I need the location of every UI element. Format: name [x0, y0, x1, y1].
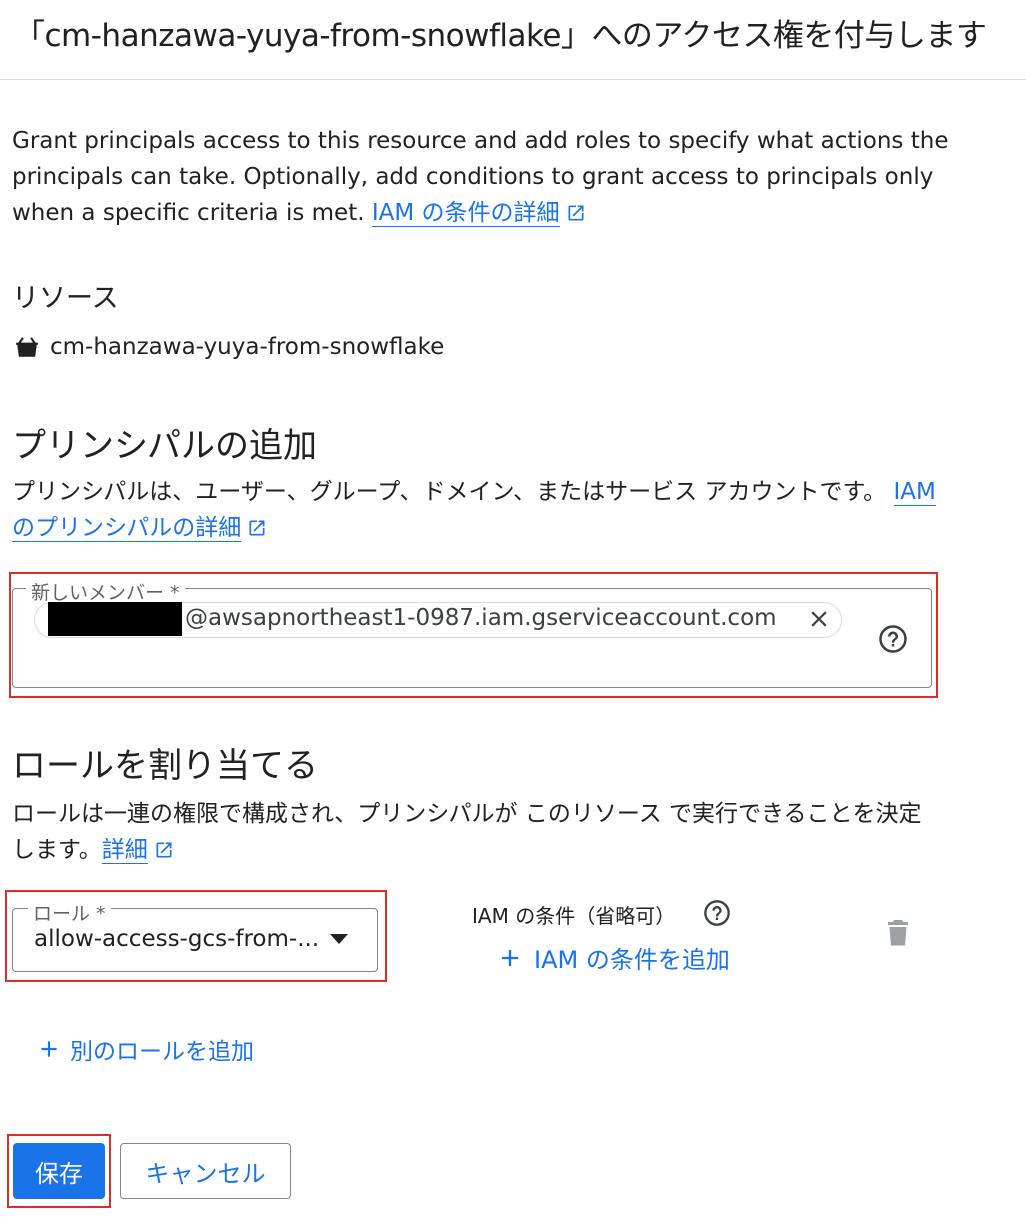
principals-description: プリンシパルは、ユーザー、グループ、ドメイン、またはサービス アカウントです。 …: [12, 474, 942, 546]
intro-text: Grant principals access to this resource…: [12, 123, 972, 231]
highlight-box-member: [9, 572, 938, 698]
iam-condition-label: IAM の条件（省略可）: [472, 904, 676, 928]
external-link-icon: [568, 205, 584, 221]
highlight-box-role: [5, 890, 387, 982]
help-icon[interactable]: [703, 899, 731, 927]
bucket-icon: [16, 337, 38, 357]
roles-description: ロールは一連の権限で構成され、プリンシパルが このリソース で実行できることを決…: [12, 796, 942, 868]
plus-icon: [41, 1041, 57, 1057]
add-iam-condition-label: IAM の条件を追加: [534, 946, 730, 974]
add-another-role-label: 別のロールを追加: [70, 1039, 254, 1065]
resource-row: cm-hanzawa-yuya-from-snowflake: [14, 334, 444, 360]
delete-icon[interactable]: [886, 919, 910, 947]
add-another-role-button[interactable]: 別のロールを追加: [36, 1032, 254, 1066]
add-iam-condition-button[interactable]: IAM の条件を追加: [496, 940, 730, 975]
add-principals-heading: プリンシパルの追加: [12, 426, 317, 466]
assign-roles-heading: ロールを割り当てる: [12, 746, 318, 786]
plus-icon: [501, 949, 519, 966]
iam-conditions-link[interactable]: IAM の条件の詳細: [371, 200, 560, 227]
cancel-button[interactable]: キャンセル: [120, 1143, 291, 1199]
principals-description-text: プリンシパルは、ユーザー、グループ、ドメイン、またはサービス アカウントです。: [12, 479, 894, 505]
resource-label: リソース: [12, 283, 119, 314]
highlight-box-save: [7, 1134, 111, 1208]
external-link-icon: [249, 520, 265, 536]
dialog-title: 「cm-hanzawa-yuya-from-snowflake」へのアクセス権を…: [0, 0, 1026, 80]
roles-details-link[interactable]: 詳細: [101, 837, 148, 864]
external-link-icon: [156, 842, 172, 858]
resource-name: cm-hanzawa-yuya-from-snowflake: [50, 334, 445, 360]
roles-description-text: ロールは一連の権限で構成され、プリンシパルが このリソース で実行できることを決…: [12, 801, 922, 863]
